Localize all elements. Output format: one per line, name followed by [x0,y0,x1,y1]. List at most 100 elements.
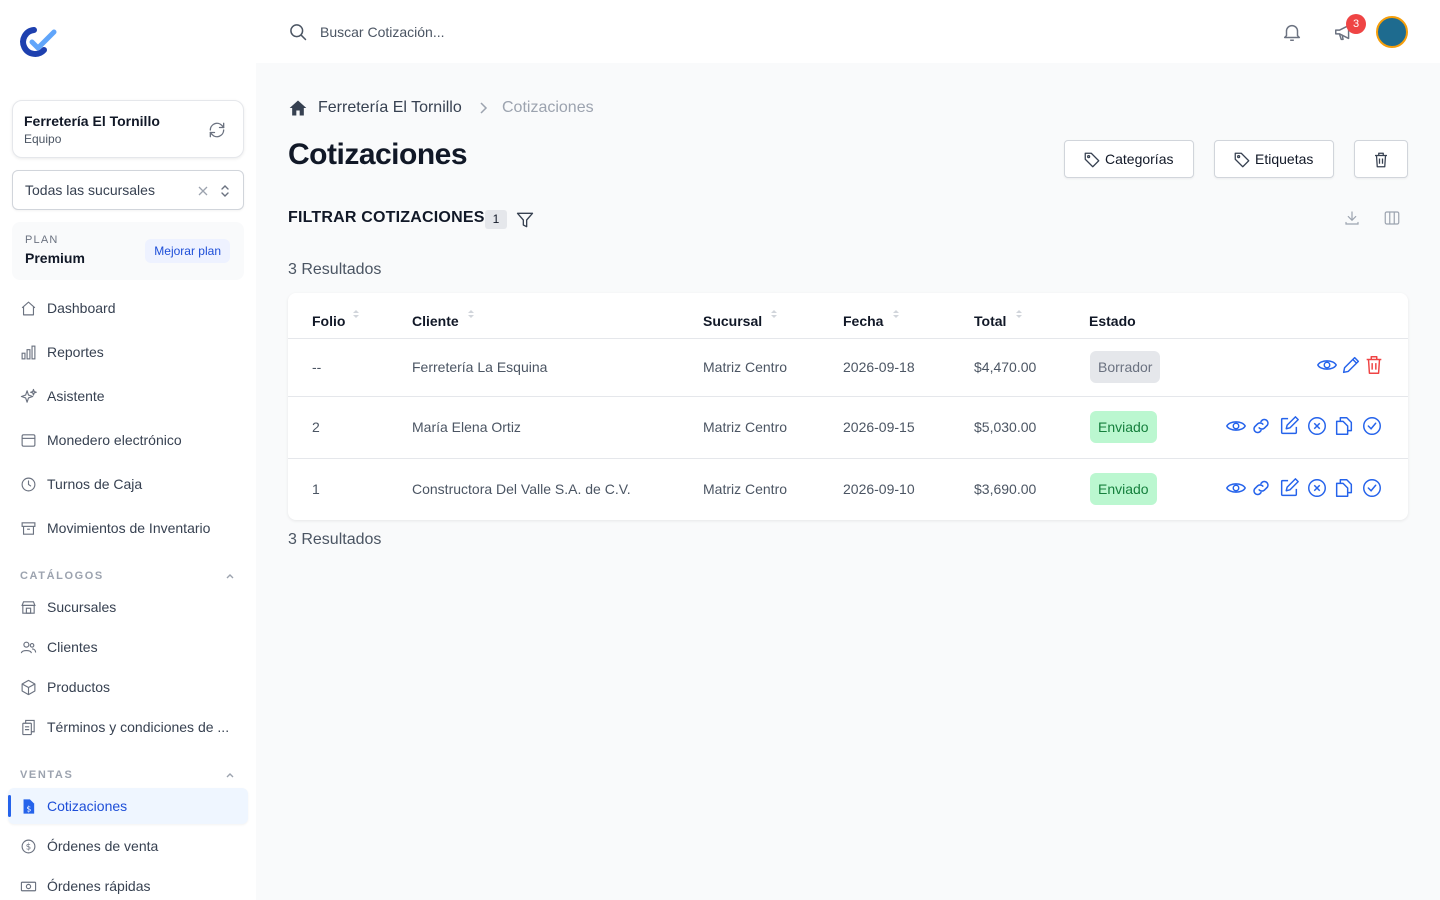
quotes-table: Folio Cliente Sucursal Fecha Total Estad… [288,293,1408,520]
sidebar-item-label: Productos [47,679,111,695]
sidebar-item-label: Sucursales [47,599,117,615]
x-circle-icon[interactable] [1306,415,1328,437]
chevron-up-icon[interactable] [224,769,236,781]
link-icon[interactable] [1250,415,1272,437]
sort-icon[interactable] [892,308,900,320]
categories-button-label: Categorías [1105,151,1174,167]
cell-cliente: María Elena Ortiz [412,419,521,435]
sidebar: Ferretería El Tornillo Equipo Todas las … [0,0,256,900]
sparkles-icon [20,388,37,405]
sidebar-item-inventory-movements[interactable]: Movimientos de Inventario [8,510,248,546]
chevron-right-icon [477,101,489,115]
breadcrumb-current: Cotizaciones [502,99,594,116]
cell-sucursal: Matriz Centro [703,359,788,375]
filter-title[interactable]: FILTRAR COTIZACIONES [288,209,485,227]
sort-icon[interactable] [770,308,778,320]
table-row[interactable]: 2 María Elena Ortiz Matriz Centro 2026-0… [288,396,1408,458]
sidebar-item-terms[interactable]: Términos y condiciones de ... [8,709,248,745]
organization-switcher[interactable]: Ferretería El Tornillo Equipo [12,100,244,158]
svg-text:$: $ [26,804,31,813]
sidebar-item-label: Órdenes de venta [47,838,159,854]
trash-button[interactable] [1354,140,1408,178]
users-icon [20,639,37,656]
column-header-estado: Estado [1089,313,1136,329]
sidebar-item-label: Órdenes rápidas [47,878,151,894]
sidebar-item-label: Términos y condiciones de ... [47,719,230,735]
sidebar-item-dashboard[interactable]: Dashboard [8,290,248,326]
download-icon[interactable] [1343,209,1361,227]
sort-icon[interactable] [467,308,475,320]
column-header-folio[interactable]: Folio [312,313,345,329]
breadcrumb-home-link[interactable]: Ferretería El Tornillo [318,99,462,117]
eye-icon[interactable] [1225,477,1247,499]
eye-icon[interactable] [1225,415,1247,437]
trash-icon[interactable] [1363,354,1385,376]
chevron-up-icon[interactable] [224,570,236,582]
sidebar-item-wallet[interactable]: Monedero electrónico [8,422,248,458]
edit-square-icon[interactable] [1278,415,1300,437]
cell-fecha: 2026-09-15 [843,419,915,435]
refresh-icon[interactable] [207,120,227,140]
check-circle-icon[interactable] [1361,415,1383,437]
cell-total: $4,470.00 [974,359,1037,375]
cash-icon [20,878,37,895]
organization-name: Ferretería El Tornillo [24,113,160,129]
sidebar-item-clients[interactable]: Clientes [8,629,248,665]
edit-square-icon[interactable] [1278,477,1300,499]
sidebar-item-cash-shifts[interactable]: Turnos de Caja [8,466,248,502]
search-input[interactable] [320,18,820,46]
link-icon[interactable] [1250,477,1272,499]
sidebar-item-quick-orders[interactable]: Órdenes rápidas [8,868,248,900]
svg-text:$: $ [26,843,31,853]
tags-button[interactable]: Etiquetas [1214,140,1334,178]
sidebar-item-assistant[interactable]: Asistente [8,378,248,414]
column-header-sucursal[interactable]: Sucursal [703,313,762,329]
topbar: 3 [256,0,1440,63]
sidebar-item-quotes[interactable]: $ Cotizaciones [8,788,248,824]
branch-select[interactable]: Todas las sucursales [12,170,244,210]
sidebar-item-branches[interactable]: Sucursales [8,589,248,625]
duplicate-icon[interactable] [1333,477,1355,499]
x-circle-icon[interactable] [1306,477,1328,499]
duplicate-icon[interactable] [1333,415,1355,437]
column-header-fecha[interactable]: Fecha [843,313,883,329]
column-header-cliente[interactable]: Cliente [412,313,459,329]
sidebar-item-label: Movimientos de Inventario [47,520,211,536]
close-icon[interactable] [197,185,209,197]
home-icon[interactable] [288,98,308,118]
bell-icon[interactable] [1281,21,1303,43]
table-row[interactable]: 1 Constructora Del Valle S.A. de C.V. Ma… [288,458,1408,520]
section-label-sales: VENTAS [20,769,74,781]
results-count-footer: 3 Resultados [288,531,382,548]
currency-circle-icon: $ [20,838,37,855]
sidebar-item-label: Turnos de Caja [47,476,143,492]
categories-button[interactable]: Categorías [1064,140,1194,178]
cell-cliente: Constructora Del Valle S.A. de C.V. [412,481,631,497]
app-logo[interactable] [18,26,58,58]
page-title: Cotizaciones [288,138,468,171]
cell-folio: 2 [312,419,320,435]
sort-icon[interactable] [1015,308,1023,320]
column-header-total[interactable]: Total [974,313,1006,329]
eye-icon[interactable] [1316,354,1338,376]
sidebar-item-products[interactable]: Productos [8,669,248,705]
status-badge: Enviado [1090,411,1157,443]
sidebar-item-sales-orders[interactable]: $ Órdenes de venta [8,828,248,864]
cell-fecha: 2026-09-10 [843,481,915,497]
sidebar-item-reports[interactable]: Reportes [8,334,248,370]
upgrade-plan-button[interactable]: Mejorar plan [145,239,230,263]
columns-icon[interactable] [1383,209,1401,227]
sidebar-item-label: Reportes [47,344,104,360]
cell-sucursal: Matriz Centro [703,419,788,435]
sort-icon[interactable] [352,308,360,320]
avatar[interactable] [1376,16,1408,48]
sidebar-item-label: Asistente [47,388,105,404]
table-row[interactable]: -- Ferretería La Esquina Matriz Centro 2… [288,338,1408,396]
cube-icon [20,679,37,696]
check-circle-icon[interactable] [1361,477,1383,499]
cell-folio: 1 [312,481,320,497]
funnel-icon[interactable] [515,210,535,230]
cell-total: $3,690.00 [974,481,1037,497]
search-icon [288,22,308,42]
pencil-icon[interactable] [1340,354,1362,376]
